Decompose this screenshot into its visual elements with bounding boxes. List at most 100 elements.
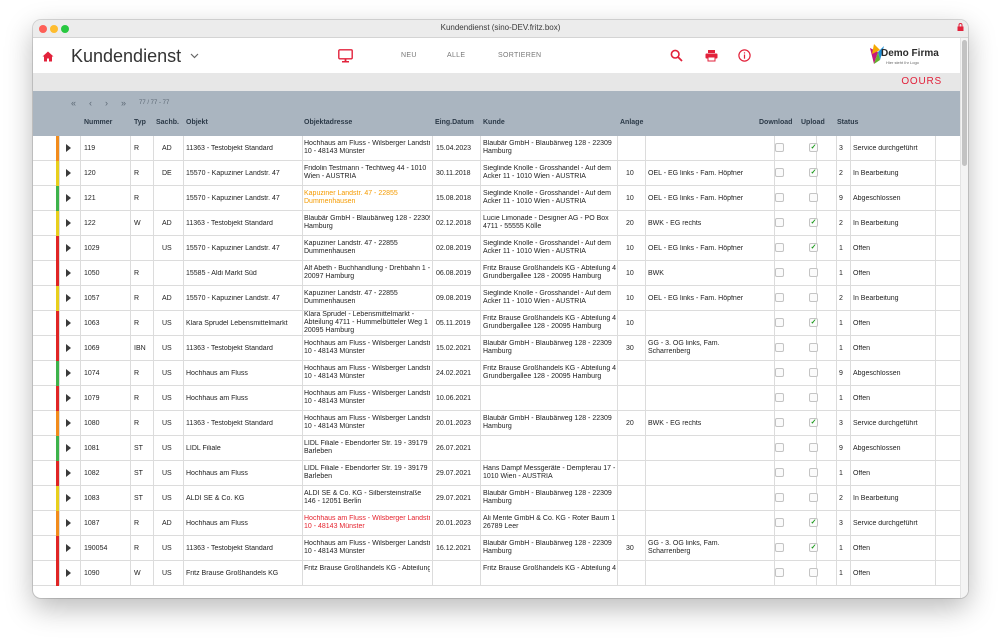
column-header-objekt[interactable]: Objekt [186,119,208,126]
upload-checkbox[interactable] [809,568,818,577]
upload-checkbox[interactable] [809,468,818,477]
table-row[interactable]: 1029 US 15570 - Kapuziner Landstr. 47 Kapuz… [33,236,961,261]
download-checkbox[interactable] [775,143,784,152]
column-header-status[interactable]: Status [837,119,858,126]
table-row[interactable]: 1087 R AD Hochhaus am Fluss Hochhaus am Flus… [33,511,961,536]
upload-checkbox[interactable]: ✓ [809,318,818,327]
next-page-button[interactable]: › [105,98,108,108]
download-checkbox[interactable] [775,368,784,377]
expand-row-icon[interactable] [66,569,71,577]
upload-checkbox[interactable]: ✓ [809,143,818,152]
upload-checkbox[interactable] [809,293,818,302]
table-row[interactable]: 1090 W US Fritz Brause Großhandels KG Fritz … [33,561,961,586]
download-checkbox[interactable] [775,343,784,352]
print-icon[interactable] [705,49,718,62]
upload-checkbox[interactable]: ✓ [809,543,818,552]
column-header-download[interactable]: Download [759,119,792,126]
expand-row-icon[interactable] [66,519,71,527]
chevron-down-icon[interactable] [190,53,199,59]
upload-checkbox[interactable]: ✓ [809,518,818,527]
download-checkbox[interactable] [775,243,784,252]
nav-sortieren[interactable]: SORTIEREN [498,52,541,59]
expand-row-icon[interactable] [66,394,71,402]
column-header-nummer[interactable]: Nummer [84,119,112,126]
column-header-objektadresse[interactable]: Objektadresse [304,119,352,126]
search-icon[interactable] [670,49,683,62]
table-row[interactable]: 121 R 15570 - Kapuziner Landstr. 47 Kapuzin… [33,186,961,211]
table-row[interactable]: 1057 R AD 15570 - Kapuziner Landstr. 47 Kapu… [33,286,961,311]
table-row[interactable]: 1082 ST US Hochhaus am Fluss LIDL Filiale - … [33,461,961,486]
expand-row-icon[interactable] [66,169,71,177]
cell-sachb: AD [162,295,172,302]
download-checkbox[interactable] [775,218,784,227]
table-row[interactable]: 119 R AD 11363 - Testobjekt Standard Hochhau… [33,136,961,161]
table-row[interactable]: 1074 R US Hochhaus am Fluss Hochhaus am Flus… [33,361,961,386]
column-header-upload[interactable]: Upload [801,119,825,126]
first-page-button[interactable]: « [71,98,76,108]
download-checkbox[interactable] [775,418,784,427]
nav-neu[interactable]: NEU [401,52,417,59]
monitor-icon[interactable] [338,49,353,63]
upload-checkbox[interactable] [809,343,818,352]
upload-checkbox[interactable]: ✓ [809,418,818,427]
vertical-scrollbar[interactable] [960,38,968,598]
download-checkbox[interactable] [775,443,784,452]
expand-row-icon[interactable] [66,319,71,327]
download-checkbox[interactable] [775,493,784,502]
column-header-sachb[interactable]: Sachb. [156,119,179,126]
expand-row-icon[interactable] [66,219,71,227]
expand-row-icon[interactable] [66,244,71,252]
upload-checkbox[interactable]: ✓ [809,243,818,252]
upload-checkbox[interactable] [809,493,818,502]
scrollbar-thumb[interactable] [962,40,967,166]
nav-alle[interactable]: ALLE [447,52,465,59]
prev-page-button[interactable]: ‹ [89,98,92,108]
download-checkbox[interactable] [775,568,784,577]
download-checkbox[interactable] [775,468,784,477]
column-header-eing-datum[interactable]: Eing.Datum [435,119,474,126]
table-row[interactable]: 1081 ST US LIDL Filiale LIDL Filiale - Ebend… [33,436,961,461]
table-row[interactable]: 190054 R US 11363 - Testobjekt Standard Hoch… [33,536,961,561]
download-checkbox[interactable] [775,543,784,552]
expand-row-icon[interactable] [66,269,71,277]
last-page-button[interactable]: » [121,98,126,108]
download-checkbox[interactable] [775,393,784,402]
expand-row-icon[interactable] [66,419,71,427]
column-header-typ[interactable]: Typ [134,119,146,126]
expand-row-icon[interactable] [66,369,71,377]
upload-checkbox[interactable] [809,193,818,202]
table-row[interactable]: 120 R DE 15570 - Kapuziner Landstr. 47 Frido… [33,161,961,186]
download-checkbox[interactable] [775,193,784,202]
column-divider [80,136,81,161]
download-checkbox[interactable] [775,268,784,277]
upload-checkbox[interactable]: ✓ [809,218,818,227]
info-icon[interactable] [738,49,751,62]
table-row[interactable]: 1069 IBN US 11363 - Testobjekt Standard Hoch… [33,336,961,361]
home-icon[interactable] [42,51,54,62]
table-row[interactable]: 122 W AD 11363 - Testobjekt Standard Blaubär… [33,211,961,236]
expand-row-icon[interactable] [66,344,71,352]
upload-checkbox[interactable] [809,268,818,277]
expand-row-icon[interactable] [66,194,71,202]
download-checkbox[interactable] [775,518,784,527]
column-header-kunde[interactable]: Kunde [483,119,505,126]
upload-checkbox[interactable]: ✓ [809,168,818,177]
expand-row-icon[interactable] [66,294,71,302]
table-row[interactable]: 1079 R US Hochhaus am Fluss Hochhaus am Flus… [33,386,961,411]
expand-row-icon[interactable] [66,544,71,552]
table-row[interactable]: 1063 R US Klara Sprudel Lebensmittelmarkt Kl… [33,311,961,336]
expand-row-icon[interactable] [66,494,71,502]
expand-row-icon[interactable] [66,444,71,452]
upload-checkbox[interactable] [809,393,818,402]
table-row[interactable]: 1083 ST US ALDI SE & Co. KG ALDI SE & Co. KG… [33,486,961,511]
column-header-anlage[interactable]: Anlage [620,119,643,126]
download-checkbox[interactable] [775,318,784,327]
upload-checkbox[interactable] [809,368,818,377]
expand-row-icon[interactable] [66,144,71,152]
download-checkbox[interactable] [775,293,784,302]
upload-checkbox[interactable] [809,443,818,452]
table-row[interactable]: 1080 R US 11363 - Testobjekt Standard Hochha… [33,411,961,436]
expand-row-icon[interactable] [66,469,71,477]
table-row[interactable]: 1050 R 15585 - Aldi Markt Süd Alf Abeth - B… [33,261,961,286]
download-checkbox[interactable] [775,168,784,177]
